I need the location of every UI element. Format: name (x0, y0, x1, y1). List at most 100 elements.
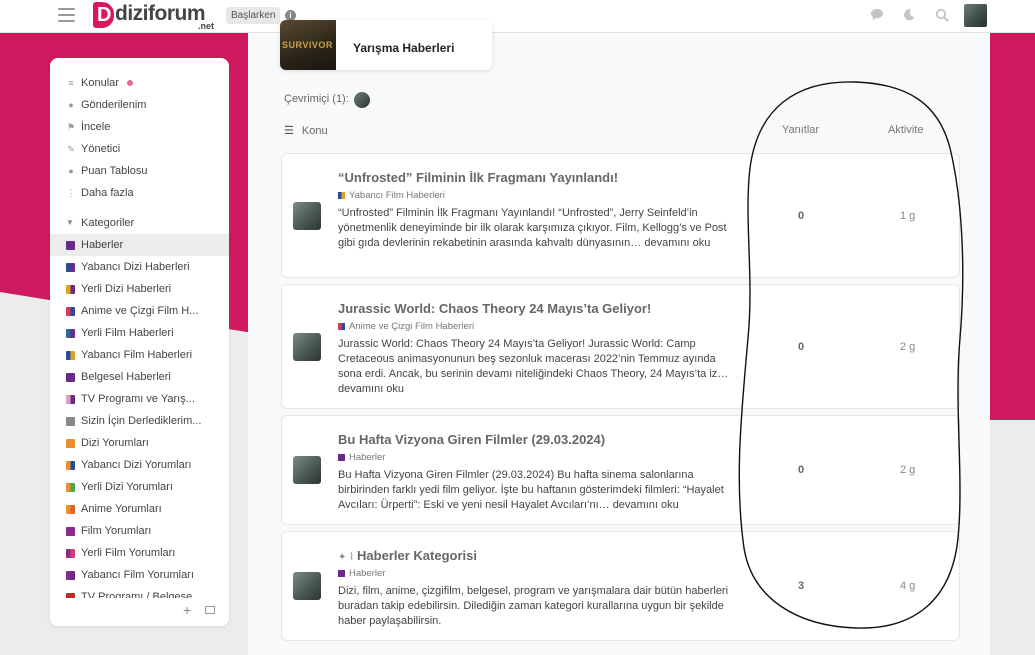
sidebar-item-my-posts[interactable]: ● Gönderilenim (50, 94, 229, 116)
sidebar-category-item[interactable]: Yabancı Dizi Yorumları (50, 454, 229, 476)
background-right-band (990, 33, 1035, 368)
category-swatch (66, 461, 75, 470)
topic-category-label: Anime ve Çizgi Film Haberleri (349, 321, 475, 332)
wrench-icon: ✎ (67, 144, 75, 154)
sidebar-category-label: Anime ve Çizgi Film H... (81, 305, 199, 317)
categories-toggle[interactable]: ▼ Kategoriler (50, 212, 229, 234)
sidebar-category-item[interactable]: Yabancı Film Yorumları (50, 564, 229, 586)
topic-excerpt: Jurassic World: Chaos Theory 24 Mayıs’ta… (338, 338, 729, 395)
category-card-title: Yarışma Haberleri (353, 41, 455, 55)
topic-excerpt: Bu Hafta Vizyona Giren Filmler (29.03.20… (338, 469, 724, 511)
topic-category[interactable]: Haberler (338, 452, 385, 463)
flag-icon: ⚑ (66, 122, 76, 132)
sidebar-category-label: Belgesel Haberleri (81, 371, 171, 383)
sidebar-item-leaderboard[interactable]: ● Puan Tablosu (50, 160, 229, 182)
category-swatch (66, 571, 75, 580)
chat-icon[interactable] (869, 8, 885, 24)
sidebar-item-label: Puan Tablosu (81, 165, 148, 177)
topic-category-label: Haberler (349, 568, 386, 579)
sidebar-item-label: Daha fazla (81, 187, 134, 199)
sidebar-category-item[interactable]: Haberler (50, 234, 229, 256)
list-icon: ☰ (284, 125, 294, 137)
topic-category-label: Haberler (349, 452, 386, 463)
sidebar-category-item[interactable]: Yerli Film Haberleri (50, 322, 229, 344)
topic-title[interactable]: “Unfrosted” Filminin İlk Fragmanı Yayınl… (338, 170, 618, 185)
sidebar-item-label: Yönetici (81, 143, 121, 155)
moon-icon[interactable] (901, 8, 917, 24)
online-users-label: Çevrimiçi (1): (284, 93, 349, 105)
topic-author-avatar[interactable] (293, 572, 321, 600)
sidebar-category-item[interactable]: TV Programı ve Yarış... (50, 388, 229, 410)
topic-author-avatar[interactable] (293, 202, 321, 230)
logo-suffix: .net (198, 21, 215, 31)
pinned-icon: ✦ ⌇ (338, 552, 355, 563)
sidebar-category-item[interactable]: Yabancı Film Haberleri (50, 344, 229, 366)
category-swatch (66, 395, 75, 404)
add-icon[interactable]: + (183, 602, 191, 618)
topic-excerpt: Dizi, film, anime, çizgifilm, belgesel, … (338, 585, 729, 627)
sidebar-item-review[interactable]: ⚑ İncele (50, 116, 229, 138)
category-swatch (338, 454, 345, 461)
category-swatch (66, 329, 75, 338)
column-header-topic[interactable]: ☰ Konu (284, 124, 328, 137)
categories-label: Kategoriler (81, 217, 135, 229)
sidebar-category-item[interactable]: Dizi Yorumları (50, 432, 229, 454)
category-swatch (66, 527, 75, 536)
category-swatch (338, 323, 345, 330)
sidebar-category-label: Yerli Film Yorumları (81, 547, 176, 559)
sidebar-category-label: Sizin İçin Derlediklerim... (81, 415, 202, 427)
sidebar-category-label: Haberler (81, 239, 124, 251)
sidebar-category-item[interactable]: Anime ve Çizgi Film H... (50, 300, 229, 322)
sidebar-category-label: Yerli Dizi Haberleri (81, 283, 172, 295)
sidebar-category-item[interactable]: Belgesel Haberleri (50, 366, 229, 388)
topic-title[interactable]: ✦ ⌇ Haberler Kategorisi (338, 548, 477, 563)
topic-author-avatar[interactable] (293, 456, 321, 484)
sidebar-category-label: Yerli Film Haberleri (81, 327, 174, 339)
sidebar-category-item[interactable]: Yabancı Dizi Haberleri (50, 256, 229, 278)
sidebar-category-item[interactable]: Yerli Dizi Haberleri (50, 278, 229, 300)
logo-text: diziforum (115, 2, 206, 25)
user-avatar[interactable] (964, 4, 987, 27)
sidebar-category-label: Anime Yorumları (81, 503, 162, 515)
breadcrumb[interactable]: Başlarken (226, 7, 281, 24)
online-user-avatar[interactable] (354, 92, 370, 108)
hand-drawn-annotation (738, 81, 964, 629)
sidebar-category-label: Film Yorumları (81, 525, 152, 537)
sidebar-category-item[interactable]: Sizin İçin Derlediklerim... (50, 410, 229, 432)
category-card-image: SURVIVOR (280, 20, 336, 70)
category-swatch (66, 483, 75, 492)
sidebar-category-item[interactable]: Anime Yorumları (50, 498, 229, 520)
category-swatch (66, 351, 75, 360)
category-swatch (338, 192, 345, 199)
sidebar-category-label: Dizi Yorumları (81, 437, 149, 449)
new-indicator-dot (127, 80, 133, 86)
sidebar-item-admin[interactable]: ✎ Yönetici (50, 138, 229, 160)
sidebar-item-label: İncele (81, 121, 111, 133)
category-swatch (338, 570, 345, 577)
sidebar-category-label: Yabancı Dizi Yorumları (81, 459, 192, 471)
topic-author-avatar[interactable] (293, 333, 321, 361)
category-swatch (66, 505, 75, 514)
topic-category[interactable]: Yabancı Film Haberleri (338, 190, 445, 201)
sidebar-category-item[interactable]: Yerli Dizi Yorumları (50, 476, 229, 498)
topic-category[interactable]: Anime ve Çizgi Film Haberleri (338, 321, 474, 332)
hamburger-icon[interactable] (58, 8, 75, 22)
sidebar-category-label: Yabancı Film Haberleri (81, 349, 193, 361)
sidebar-item-topics[interactable]: ≡ Konular (50, 72, 229, 94)
sidebar-item-more[interactable]: ⋮ Daha fazla (50, 182, 229, 204)
keyboard-icon[interactable] (205, 606, 215, 614)
column-header-topic-label: Konu (301, 125, 328, 137)
topic-title-text: Haberler Kategorisi (357, 548, 477, 563)
sidebar-category-item[interactable]: Film Yorumları (50, 520, 229, 542)
sidebar-category-item[interactable]: Yerli Film Yorumları (50, 542, 229, 564)
category-card[interactable]: SURVIVOR Yarışma Haberleri (280, 20, 492, 70)
topic-title[interactable]: Jurassic World: Chaos Theory 24 Mayıs’ta… (338, 301, 651, 316)
sidebar-item-label: Konular (81, 77, 119, 89)
topic-category[interactable]: Haberler (338, 568, 385, 579)
user-icon: ● (68, 100, 74, 110)
chevron-down-icon: ▼ (66, 218, 74, 227)
sidebar: ≡ Konular ● Gönderilenim ⚑ İncele ✎ Yöne… (50, 58, 229, 626)
topic-title[interactable]: Bu Hafta Vizyona Giren Filmler (29.03.20… (338, 432, 605, 447)
circle-icon: ● (68, 166, 74, 176)
search-icon[interactable] (934, 8, 950, 24)
